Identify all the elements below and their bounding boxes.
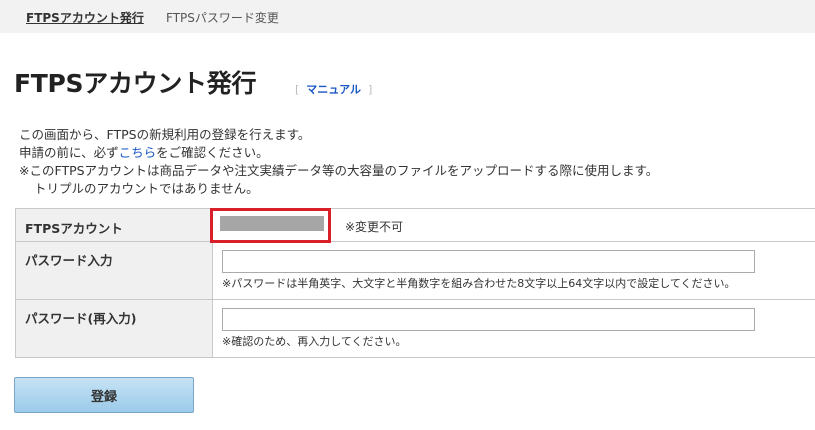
description: この画面から、FTPSの新規利用の登録を行えます。 申請の前に、必ずこちらをご確… — [19, 126, 658, 198]
password-confirm-hint: ※確認のため、再入力してください。 — [222, 335, 407, 348]
account-value-redacted — [220, 216, 324, 231]
bracket-open: [ — [295, 83, 300, 96]
password-confirm-input[interactable] — [222, 308, 755, 331]
description-line-1: この画面から、FTPSの新規利用の登録を行えます。 — [19, 127, 311, 142]
password-cell: ※パスワードは半角英字、大文字と半角数字を組み合わせた8文字以上64文字以内で設… — [212, 241, 815, 300]
page-title: FTPSアカウント発行 — [14, 69, 257, 98]
row-password: パスワード入力 ※パスワードは半角英字、大文字と半角数字を組み合わせた8文字以上… — [15, 241, 815, 300]
label-ftps-account: FTPSアカウント — [15, 208, 213, 242]
description-line-2-prefix: 申請の前に、必ず — [19, 145, 119, 160]
tab-ftps-password-change[interactable]: FTPSパスワード変更 — [166, 9, 279, 26]
password-confirm-cell: ※確認のため、再入力してください。 — [212, 299, 815, 358]
register-button[interactable]: 登録 — [14, 377, 194, 413]
account-unchangeable-note: ※変更不可 — [345, 220, 404, 234]
bracket-close: ] — [367, 83, 373, 96]
description-line-2-suffix: をご確認ください。 — [156, 145, 269, 160]
password-hint: ※パスワードは半角英字、大文字と半角数字を組み合わせた8文字以上64文字以内で設… — [222, 277, 736, 290]
manual-link[interactable]: マニュアル — [306, 83, 361, 96]
row-account: FTPSアカウント ※変更不可 — [15, 208, 815, 243]
confirm-here-link[interactable]: こちら — [119, 145, 157, 160]
tab-bar: FTPSアカウント発行 FTPSパスワード変更 — [0, 0, 815, 33]
account-form-table: FTPSアカウント ※変更不可 パスワード入力 ※パスワードは半角英字、大文字と… — [15, 208, 815, 358]
description-line-2: 申請の前に、必ずこちらをご確認ください。 — [19, 144, 658, 162]
password-input[interactable] — [222, 250, 755, 273]
description-line-4: トリプルのアカウントではありません。 — [34, 181, 259, 196]
row-password-confirm: パスワード(再入力) ※確認のため、再入力してください。 — [15, 299, 815, 358]
description-line-3: ※このFTPSアカウントは商品データや注文実績データ等の大容量のファイルをアップ… — [19, 163, 659, 178]
manual-link-group: [ マニュアル] — [295, 81, 372, 97]
label-password-confirm: パスワード(再入力) — [15, 299, 213, 358]
tab-ftps-account-issue[interactable]: FTPSアカウント発行 — [26, 9, 144, 26]
account-value-cell: ※変更不可 — [210, 208, 815, 243]
label-password: パスワード入力 — [15, 241, 213, 300]
